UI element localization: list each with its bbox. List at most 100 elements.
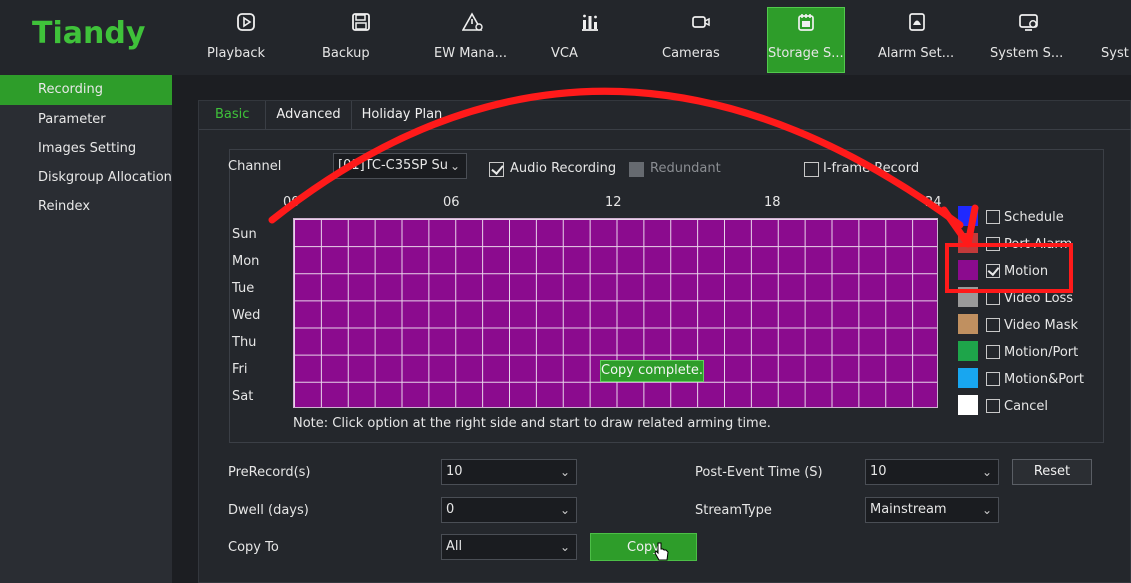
channel-label: Channel (228, 159, 282, 174)
save-icon (322, 8, 400, 36)
nav-backup[interactable]: Backup (322, 8, 400, 70)
day-label: Thu (232, 335, 257, 350)
tab-divider (199, 129, 1131, 130)
channel-value: [01]TC-C35SP Su (338, 158, 448, 173)
nav-label: VCA (551, 46, 578, 61)
day-label: Sat (232, 389, 254, 404)
redundant-checkbox[interactable] (629, 162, 644, 177)
alarm-icon (878, 8, 956, 36)
legend-swatch[interactable] (958, 341, 978, 361)
post-event-value: 10 (870, 464, 887, 479)
iframe-record-label: I-frame Record (823, 161, 920, 176)
copy-button[interactable]: Copy (590, 533, 697, 561)
reset-button[interactable]: Reset (1012, 459, 1092, 485)
chevron-down-icon: ⌄ (981, 503, 992, 517)
nav-label: EW Mana... (434, 46, 507, 61)
nav-label: Alarm Set... (878, 46, 955, 61)
nav-alarm-settings[interactable]: Alarm Set... (878, 8, 956, 70)
legend-label: Cancel (1004, 399, 1049, 414)
playback-icon (207, 8, 285, 36)
legend-swatch[interactable] (958, 368, 978, 388)
chevron-down-icon: ⌄ (559, 465, 570, 479)
tab-holiday-plan[interactable]: Holiday Plan (352, 101, 453, 129)
legend-swatch[interactable] (958, 287, 978, 307)
stream-type-value: Mainstream (870, 502, 947, 517)
legend-label: Port Alarm (1004, 237, 1073, 252)
nav-vca[interactable]: VCA (551, 8, 629, 70)
legend-checkbox[interactable] (986, 345, 1000, 359)
tab-bar: Basic Advanced Holiday Plan (199, 101, 452, 129)
sidebar-item-parameter[interactable]: Parameter (0, 105, 172, 134)
hour-label-12: 12 (605, 195, 622, 210)
tab-advanced[interactable]: Advanced (266, 101, 352, 129)
sidebar-item-diskgroup-allocation[interactable]: Diskgroup Allocation (0, 163, 172, 192)
nav-label: Cameras (662, 46, 720, 61)
chevron-down-icon: ⌄ (449, 159, 460, 173)
legend-swatch[interactable] (958, 395, 978, 415)
nav-storage-settings[interactable]: Storage S... (767, 7, 845, 73)
channel-select[interactable]: [01]TC-C35SP Su ⌄ (333, 153, 467, 179)
warning-icon (434, 8, 512, 36)
sidebar-item-recording[interactable]: Recording (0, 75, 172, 105)
sidebar-item-images-setting[interactable]: Images Setting (0, 134, 172, 163)
hour-label-00: 00 (283, 195, 300, 210)
system-icon (990, 8, 1068, 36)
day-label: Wed (232, 308, 261, 323)
legend-label: Video Loss (1004, 291, 1074, 306)
legend-label: Video Mask (1004, 318, 1079, 333)
legend-checkbox[interactable] (986, 210, 1000, 224)
nav-playback[interactable]: Playback (207, 8, 285, 70)
tiandy-logo: Tiandy (32, 16, 146, 51)
legend-label: Motion&Port (1004, 372, 1084, 387)
legend-label: Motion (1004, 264, 1049, 279)
storage-icon (768, 8, 844, 36)
prerecord-value: 10 (446, 464, 463, 479)
legend-swatch[interactable] (958, 260, 978, 280)
nav-ew-management[interactable]: EW Mana... (434, 8, 512, 70)
legend-label: Schedule (1004, 210, 1064, 225)
sidebar: Recording Parameter Images Setting Diskg… (0, 75, 172, 583)
top-navigation-bar: Tiandy Playback Backup EW Mana... VCA Ca… (0, 0, 1131, 75)
legend-checkbox[interactable] (986, 237, 1000, 251)
legend-label: Motion/Port (1004, 345, 1079, 360)
hand-cursor-icon (654, 542, 669, 561)
nav-system-settings[interactable]: System S... (990, 8, 1068, 70)
legend-swatch[interactable] (958, 206, 978, 226)
schedule-note: Note: Click option at the right side and… (293, 416, 771, 431)
nav-system-overflow[interactable]: Syst (1092, 8, 1131, 70)
tab-basic[interactable]: Basic (199, 101, 267, 129)
legend-checkbox[interactable] (986, 264, 1000, 278)
day-label: Fri (232, 362, 248, 377)
legend-swatch[interactable] (958, 233, 978, 253)
sidebar-item-reindex[interactable]: Reindex (0, 192, 172, 221)
legend-swatch[interactable] (958, 314, 978, 334)
stream-type-select[interactable]: Mainstream ⌄ (865, 497, 999, 523)
copy-to-value: All (446, 539, 463, 554)
nav-label: System S... (990, 46, 1064, 61)
audio-recording-checkbox[interactable] (489, 162, 504, 177)
legend-checkbox[interactable] (986, 318, 1000, 332)
nav-label: Backup (322, 46, 370, 61)
dwell-value: 0 (446, 502, 455, 517)
legend-checkbox[interactable] (986, 399, 1000, 413)
hour-label-06: 06 (443, 195, 460, 210)
iframe-record-checkbox[interactable] (804, 162, 819, 177)
dwell-select[interactable]: 0 ⌄ (441, 497, 577, 523)
stream-type-label: StreamType (695, 503, 772, 518)
chevron-down-icon: ⌄ (981, 465, 992, 479)
day-label: Mon (232, 254, 260, 269)
nav-cameras[interactable]: Cameras (662, 8, 740, 70)
copy-to-select[interactable]: All ⌄ (441, 534, 577, 560)
legend-checkbox[interactable] (986, 291, 1000, 305)
legend-checkbox[interactable] (986, 372, 1000, 386)
hour-label-18: 18 (764, 195, 781, 210)
camera-icon (662, 8, 740, 36)
chart-icon (551, 8, 629, 36)
prerecord-select[interactable]: 10 ⌄ (441, 459, 577, 485)
day-label: Sun (232, 227, 257, 242)
hour-label-24: 24 (925, 195, 942, 210)
post-event-select[interactable]: 10 ⌄ (865, 459, 999, 485)
dwell-label: Dwell (days) (228, 503, 309, 518)
copy-to-label: Copy To (228, 540, 279, 555)
chevron-down-icon: ⌄ (559, 540, 570, 554)
